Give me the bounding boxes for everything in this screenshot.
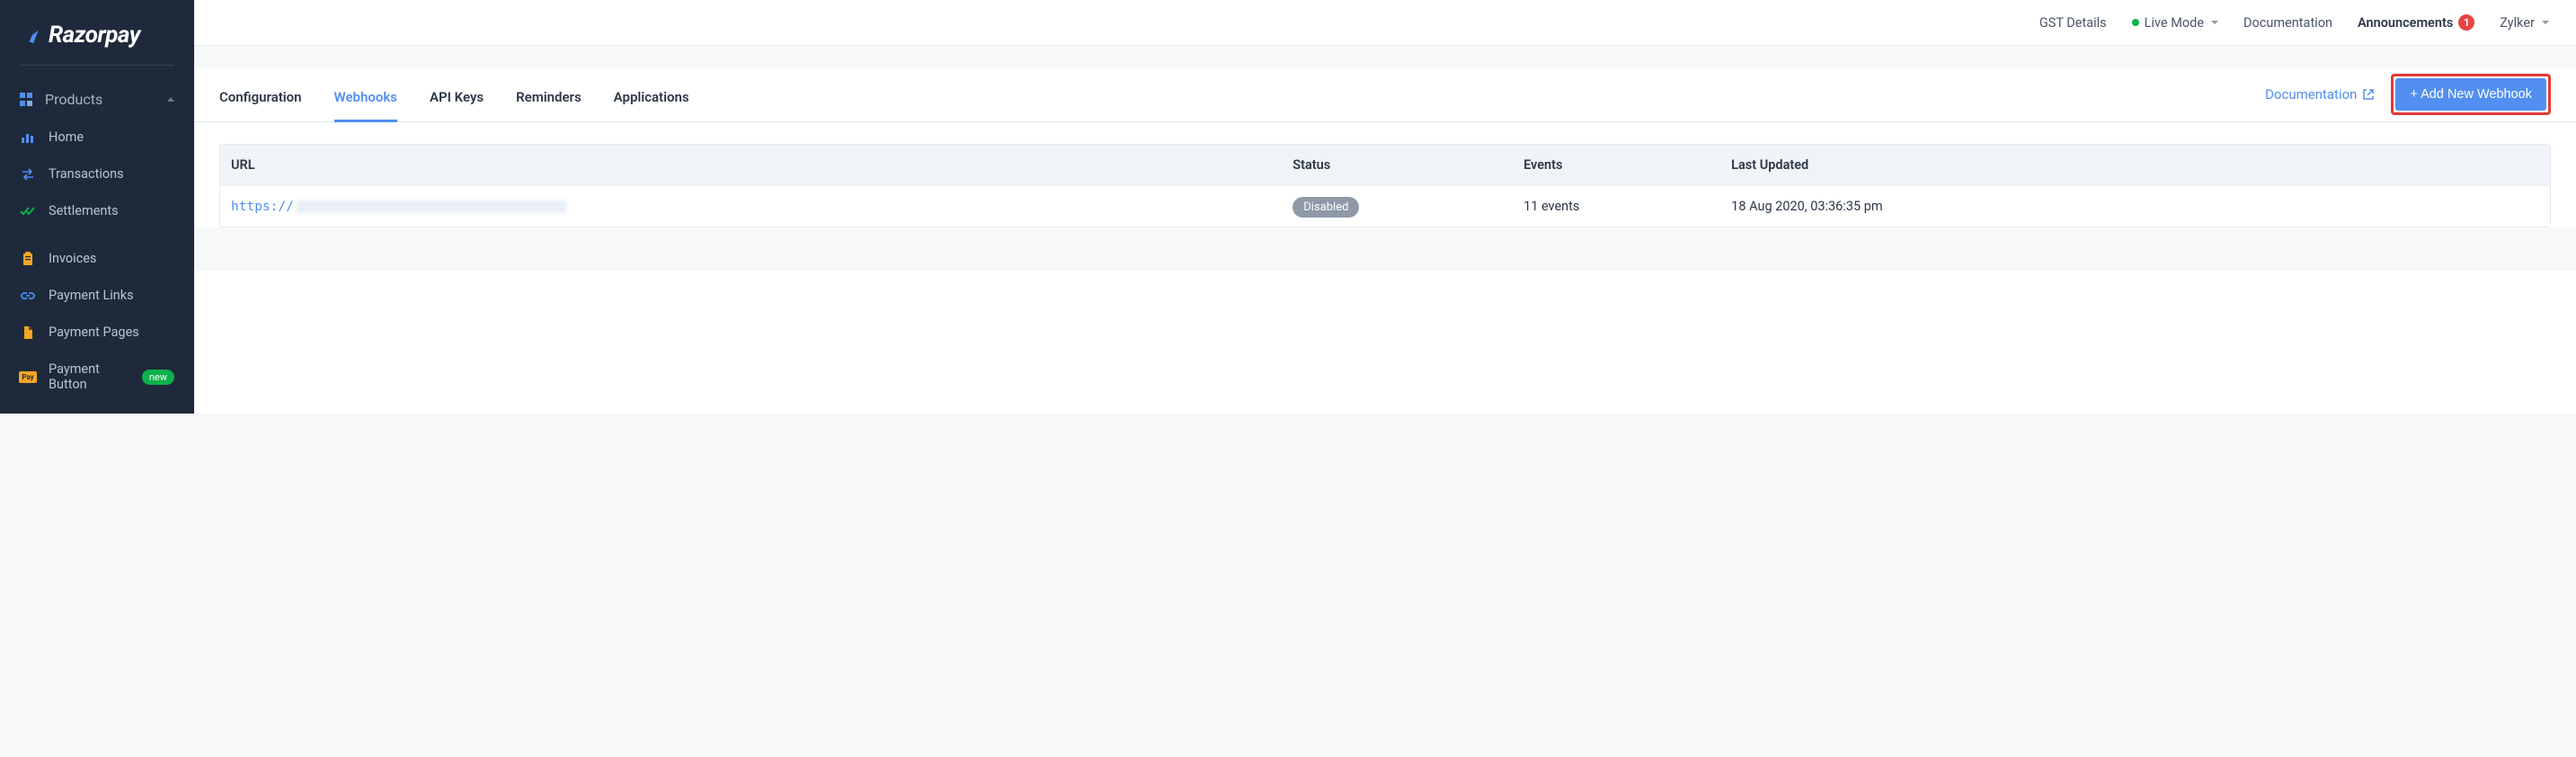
logo[interactable]: Razorpay (0, 0, 194, 65)
tab-configuration[interactable]: Configuration (219, 67, 302, 121)
column-header-url: URL (231, 157, 1292, 173)
page-icon (20, 325, 36, 340)
sidebar-item-label: Payment Links (49, 288, 134, 303)
announcement-count-badge: 1 (2458, 14, 2474, 31)
chevron-down-icon (2211, 21, 2218, 24)
sidebar-item-payment-button[interactable]: Pay Payment Button new (0, 351, 194, 403)
documentation-link[interactable]: Documentation (2265, 86, 2375, 102)
sidebar-item-label: Home (49, 129, 84, 145)
grid-icon (20, 93, 34, 107)
cell-url: https:// (231, 199, 1292, 214)
add-webhook-highlight: + Add New Webhook (2391, 74, 2551, 115)
webhooks-table: URL Status Events Last Updated https:// … (219, 144, 2551, 227)
sidebar-section-label: Products (45, 91, 102, 108)
add-new-webhook-button[interactable]: + Add New Webhook (2395, 78, 2546, 111)
sidebar-section-products[interactable]: Products (0, 80, 194, 119)
sidebar-item-label: Invoices (49, 251, 96, 266)
sidebar-item-home[interactable]: Home (0, 119, 194, 156)
sidebar-item-label: Transactions (49, 166, 124, 182)
tabs-row: Configuration Webhooks API Keys Reminder… (194, 67, 2576, 122)
link-icon (20, 289, 36, 303)
sidebar-item-payment-links[interactable]: Payment Links (0, 277, 194, 314)
column-header-events: Events (1523, 157, 1731, 173)
tab-api-keys[interactable]: API Keys (430, 67, 484, 121)
column-header-status: Status (1292, 157, 1523, 173)
new-badge: new (142, 370, 174, 385)
sidebar-item-settlements[interactable]: Settlements (0, 192, 194, 229)
brand-name: Razorpay (49, 22, 140, 49)
sidebar: Razorpay Products Home Transactions Sett… (0, 0, 194, 414)
sidebar-item-label: Payment Button (49, 361, 126, 392)
topbar: GST Details Live Mode Documentation Anno… (194, 0, 2576, 46)
tab-webhooks[interactable]: Webhooks (334, 67, 397, 121)
sidebar-divider (20, 65, 174, 66)
tab-reminders[interactable]: Reminders (516, 67, 582, 121)
url-scheme: https:// (231, 200, 294, 214)
status-badge: Disabled (1292, 197, 1359, 218)
column-header-last-updated: Last Updated (1731, 157, 2539, 173)
tab-applications[interactable]: Applications (614, 67, 689, 121)
exchange-icon (20, 167, 36, 182)
razorpay-logo-icon (25, 25, 45, 45)
topbar-announcements[interactable]: Announcements 1 (2358, 14, 2474, 31)
table-header-row: URL Status Events Last Updated (220, 145, 2550, 185)
pay-badge-icon: Pay (20, 370, 36, 384)
sidebar-item-transactions[interactable]: Transactions (0, 156, 194, 192)
table-row[interactable]: https:// Disabled 11 events 18 Aug 2020,… (220, 185, 2550, 227)
bar-chart-icon (20, 130, 36, 145)
main-content: GST Details Live Mode Documentation Anno… (194, 0, 2576, 414)
url-redacted (297, 200, 566, 213)
cell-events: 11 events (1523, 199, 1731, 214)
check-double-icon (20, 204, 36, 218)
sidebar-item-invoices[interactable]: Invoices (0, 240, 194, 277)
topbar-account-menu[interactable]: Zylker (2500, 15, 2549, 31)
sidebar-item-label: Payment Pages (49, 325, 139, 340)
clipboard-icon (20, 252, 36, 266)
sidebar-item-label: Settlements (49, 203, 119, 218)
status-dot-icon (2132, 19, 2139, 26)
topbar-documentation[interactable]: Documentation (2243, 15, 2332, 31)
cell-status: Disabled (1292, 199, 1523, 214)
topbar-mode-switch[interactable]: Live Mode (2132, 15, 2218, 31)
sidebar-item-payment-pages[interactable]: Payment Pages (0, 314, 194, 351)
external-link-icon (2362, 88, 2375, 101)
chevron-up-icon (167, 97, 174, 102)
chevron-down-icon (2542, 21, 2549, 24)
cell-last-updated: 18 Aug 2020, 03:36:35 pm (1731, 199, 2539, 214)
topbar-gst-details[interactable]: GST Details (2039, 15, 2107, 31)
